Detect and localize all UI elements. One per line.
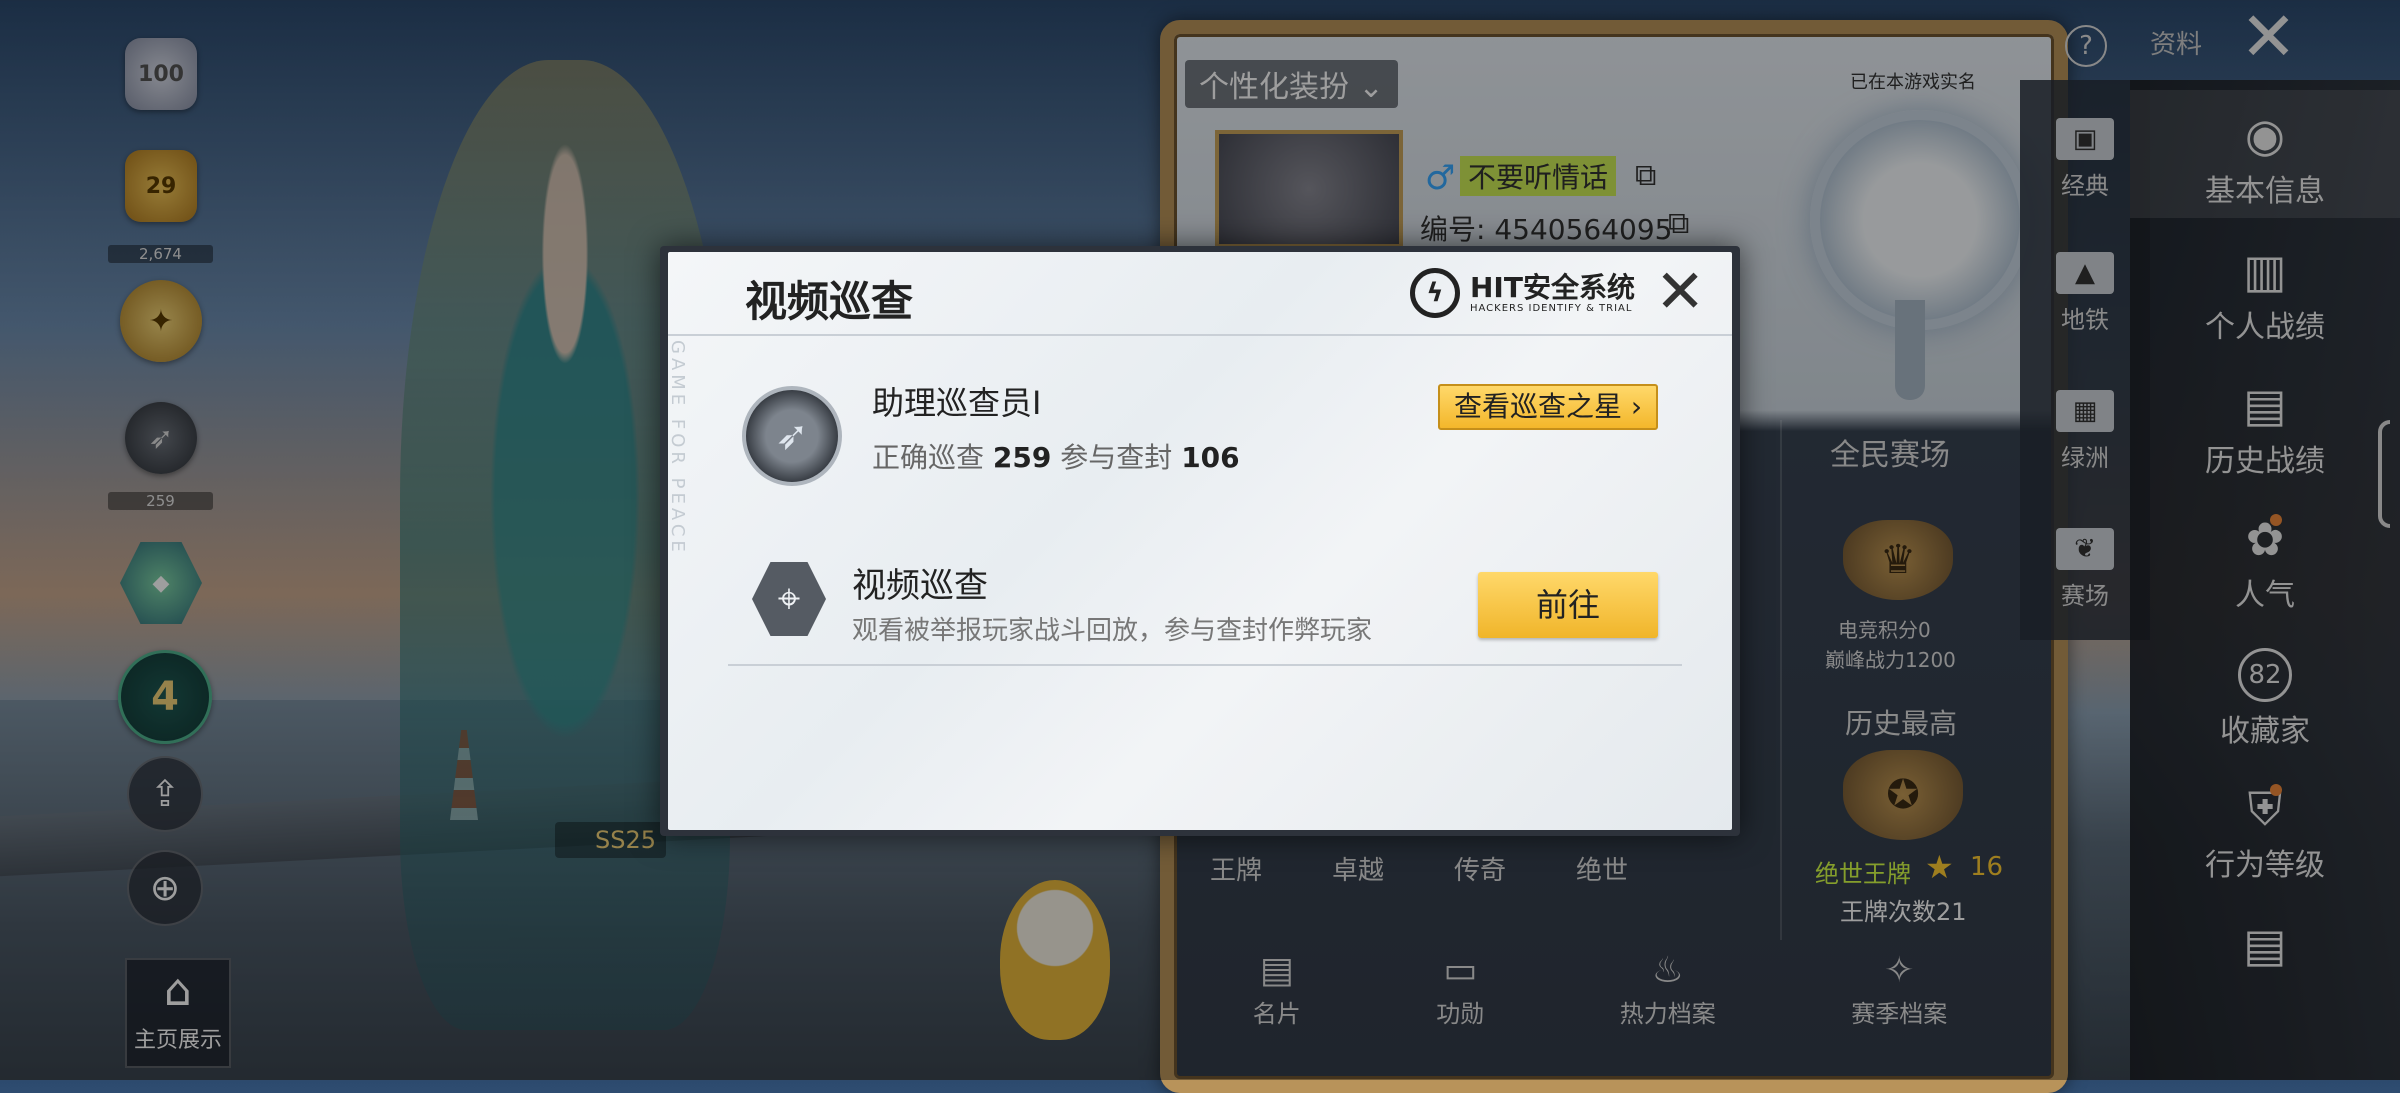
dialog-close-icon[interactable]: ✕ xyxy=(1655,262,1705,322)
correct-label: 正确巡查 xyxy=(872,441,985,474)
dialog-header-divider xyxy=(668,334,1732,336)
dialog-title: 视频巡查 xyxy=(745,277,914,326)
section-divider xyxy=(728,664,1682,666)
logo-main: HIT安全系统 xyxy=(1470,270,1635,304)
star-button-label: 查看巡查之星 xyxy=(1454,390,1623,423)
logo-sub: HACKERS IDENTIFY & TRIAL xyxy=(1470,302,1633,314)
patrol-stats: 正确巡查 259 参与查封 106 xyxy=(872,436,1240,476)
section-title: 视频巡查 xyxy=(852,566,988,606)
dialog-body xyxy=(668,252,1732,830)
patrol-rank-name: 助理巡查员I xyxy=(872,384,1042,422)
section-description: 观看被举报玩家战斗回放，参与查封作弊玩家 xyxy=(852,616,1373,646)
view-patrol-star-button[interactable]: 查看巡查之星 › xyxy=(1438,384,1659,430)
go-button[interactable]: 前往 xyxy=(1478,572,1658,638)
dialog-watermark: GAME FOR PEACE xyxy=(667,340,688,556)
lightning-icon: ϟ xyxy=(1410,268,1460,318)
ban-value: 106 xyxy=(1181,441,1240,474)
correct-value: 259 xyxy=(992,441,1052,474)
ban-label: 参与查封 xyxy=(1060,441,1173,474)
patrol-rank-badge: ➶ xyxy=(742,386,842,486)
chevron-right-icon: › xyxy=(1630,390,1643,423)
hit-logo: ϟ HIT安全系统 HACKERS IDENTIFY & TRIAL xyxy=(1410,268,1635,318)
